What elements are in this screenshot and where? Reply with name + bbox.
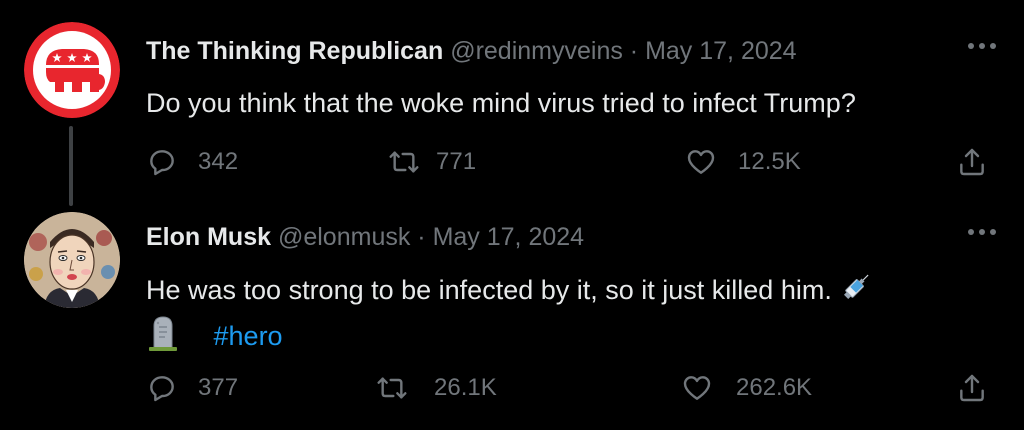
more-options-icon[interactable] (964, 36, 1000, 56)
reply-icon (146, 146, 178, 178)
tweet-header: Elon Musk @elonmusk · May 17, 2024 (146, 222, 584, 252)
more-options-icon[interactable] (964, 222, 1000, 242)
retweet-icon (386, 146, 422, 178)
tweet-text-line-1: He was too strong to be infected by it, … (146, 275, 832, 306)
heart-icon (684, 146, 718, 178)
author-name[interactable]: The Thinking Republican (146, 37, 443, 65)
share-button[interactable] (956, 368, 988, 408)
like-button[interactable]: 262.6K (680, 368, 812, 408)
like-button[interactable]: 12.5K (684, 142, 801, 182)
gop-elephant-avatar[interactable] (24, 22, 120, 118)
share-icon (956, 372, 988, 404)
tweet-date[interactable]: May 17, 2024 (433, 223, 585, 251)
reply-button[interactable]: 342 (146, 142, 238, 182)
heart-icon (680, 372, 714, 404)
tweet-text: He was too strong to be infected by it, … (146, 270, 873, 362)
retweet-count: 771 (436, 148, 477, 175)
hashtag-link[interactable]: #hero (214, 321, 283, 351)
reply-icon (146, 372, 178, 404)
retweet-icon (374, 372, 410, 404)
author-handle[interactable]: @redinmyveins (450, 37, 623, 65)
header-separator: · (417, 223, 426, 251)
like-count: 262.6K (736, 374, 813, 401)
share-button[interactable] (956, 142, 988, 182)
author-name[interactable]: Elon Musk (146, 223, 271, 251)
header-separator: · (629, 37, 639, 65)
reply-count: 377 (198, 374, 239, 401)
syringe-emoji (839, 270, 873, 314)
reply-count: 342 (198, 148, 239, 175)
reply-button[interactable]: 377 (146, 368, 238, 408)
tweet-header: The Thinking Republican @redinmyveins · … (146, 36, 797, 66)
retweet-button[interactable]: 26.1K (374, 368, 497, 408)
retweet-count: 26.1K (434, 374, 497, 401)
like-count: 12.5K (738, 148, 801, 175)
tweet-actions: 377 26.1K 262.6K (146, 368, 1000, 408)
tweet-text: Do you think that the woke mind virus tr… (146, 88, 856, 118)
tweet-1[interactable]: The Thinking Republican @redinmyveins · … (0, 0, 1024, 210)
elon-musk-avatar[interactable] (24, 212, 120, 308)
tweet-actions: 342 771 12.5K (146, 142, 1000, 182)
retweet-button[interactable]: 771 (386, 142, 476, 182)
headstone-emoji (146, 314, 180, 362)
tweet-thread: The Thinking Republican @redinmyveins · … (0, 0, 1024, 430)
tweet-2[interactable]: Elon Musk @elonmusk · May 17, 2024 He wa… (0, 210, 1024, 430)
share-icon (956, 146, 988, 178)
tweet-date[interactable]: May 17, 2024 (645, 37, 797, 65)
author-handle[interactable]: @elonmusk (278, 223, 410, 251)
